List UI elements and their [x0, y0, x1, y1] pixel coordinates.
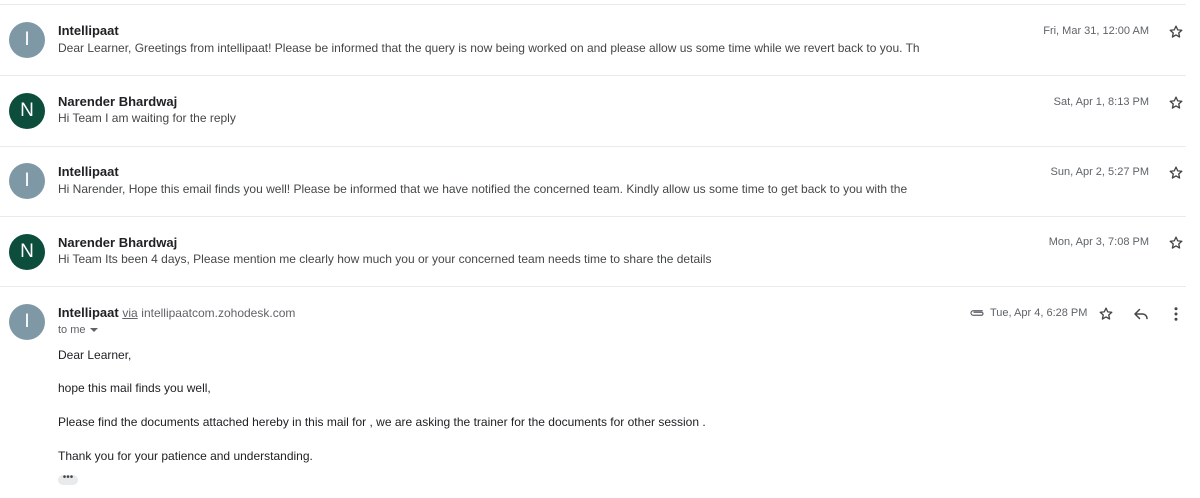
collapsed-message[interactable]: I Intellipaat Dear Learner, Greetings fr…: [0, 5, 1200, 76]
message-snippet: Hi Team Its been 4 days, Please mention …: [58, 252, 712, 266]
body-paragraph: hope this mail finds you well,: [58, 381, 211, 395]
avatar: N: [9, 93, 45, 129]
more-vert-icon[interactable]: [1167, 305, 1185, 323]
message-date: Tue, Apr 4, 6:28 PM: [990, 307, 1088, 319]
sender-name: Intellipaat: [58, 164, 119, 179]
sender-name: Intellipaat: [58, 305, 119, 320]
message-date: Mon, Apr 3, 7:08 PM: [1048, 236, 1149, 248]
sender-name: Narender Bhardwaj: [58, 94, 178, 109]
message-snippet: Hi Narender, Hope this email finds you w…: [58, 182, 908, 196]
avatar: I: [9, 22, 45, 58]
show-trimmed-content-button[interactable]: •••: [58, 473, 78, 485]
sender-line: Intellipaat via intellipaatcom.zohodesk.…: [58, 305, 295, 320]
avatar: I: [9, 163, 45, 199]
reply-icon[interactable]: [1132, 305, 1150, 323]
sender-name: Narender Bhardwaj: [58, 235, 178, 250]
collapsed-message[interactable]: N Narender Bhardwaj Hi Team Its been 4 d…: [0, 216, 1200, 287]
message-snippet: Dear Learner, Greetings from intellipaat…: [58, 41, 920, 55]
body-paragraph: Please find the documents attached hereb…: [58, 415, 706, 429]
body-paragraph: Thank you for your patience and understa…: [58, 449, 313, 463]
collapsed-message[interactable]: N Narender Bhardwaj Hi Team I am waiting…: [0, 76, 1200, 147]
message-date: Sun, Apr 2, 5:27 PM: [1050, 166, 1149, 178]
avatar: N: [9, 234, 45, 270]
recipient-label: to me: [58, 324, 86, 336]
avatar: I: [9, 304, 45, 340]
collapsed-message[interactable]: I Intellipaat Hi Narender, Hope this ema…: [0, 146, 1200, 217]
email-thread: I Intellipaat Dear Learner, Greetings fr…: [0, 0, 1200, 498]
sender-name: Intellipaat: [58, 23, 119, 38]
chevron-down-icon: [89, 328, 98, 333]
expanded-message: I Intellipaat via intellipaatcom.zohodes…: [0, 287, 1200, 498]
message-date: Fri, Mar 31, 12:00 AM: [1043, 25, 1149, 37]
via-label: via: [122, 306, 137, 320]
star-icon[interactable]: [1098, 306, 1114, 322]
recipient-details-toggle[interactable]: to me: [58, 324, 98, 336]
paperclip-icon: [968, 306, 986, 320]
message-snippet: Hi Team I am waiting for the reply: [58, 111, 236, 125]
sender-domain: intellipaatcom.zohodesk.com: [141, 306, 296, 320]
star-icon[interactable]: [1168, 24, 1184, 40]
star-icon[interactable]: [1168, 165, 1184, 181]
star-icon[interactable]: [1168, 235, 1184, 251]
star-icon[interactable]: [1168, 95, 1184, 111]
message-date: Sat, Apr 1, 8:13 PM: [1053, 96, 1149, 108]
body-greeting: Dear Learner,: [58, 348, 132, 362]
via-link[interactable]: via: [122, 306, 137, 320]
